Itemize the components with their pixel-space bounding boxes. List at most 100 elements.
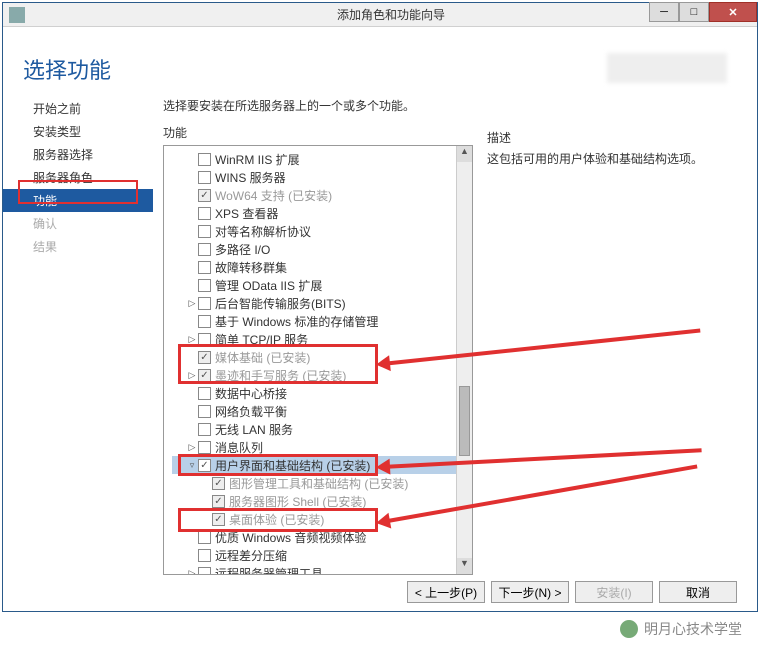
- feature-label: 墨迹和手写服务 (已安装): [215, 367, 346, 384]
- nav-item-2[interactable]: 服务器选择: [3, 143, 153, 166]
- cancel-button[interactable]: 取消: [659, 581, 737, 603]
- tree-row[interactable]: 管理 OData IIS 扩展: [172, 276, 456, 294]
- scroll-down-icon[interactable]: ▼: [457, 558, 472, 574]
- feature-label: 数据中心桥接: [215, 385, 287, 402]
- nav-item-4[interactable]: 功能: [3, 189, 153, 212]
- tree-row[interactable]: XPS 查看器: [172, 204, 456, 222]
- feature-label: WINS 服务器: [215, 169, 286, 186]
- main-panel: 选择要安装在所选服务器上的一个或多个功能。 功能 WinRM IIS 扩展WIN…: [153, 27, 757, 611]
- feature-label: 优质 Windows 音频视频体验: [215, 529, 366, 546]
- feature-checkbox[interactable]: [198, 567, 211, 576]
- expand-icon[interactable]: ▷: [186, 442, 198, 453]
- feature-checkbox[interactable]: [198, 207, 211, 220]
- description-label: 描述: [487, 129, 747, 146]
- feature-checkbox[interactable]: [198, 405, 211, 418]
- window-buttons: [649, 2, 757, 24]
- features-column: 选择要安装在所选服务器上的一个或多个功能。 功能 WinRM IIS 扩展WIN…: [163, 97, 473, 611]
- tree-row[interactable]: 多路径 I/O: [172, 240, 456, 258]
- tree-row[interactable]: 媒体基础 (已安装): [172, 348, 456, 366]
- prev-button[interactable]: < 上一步(P): [407, 581, 485, 603]
- feature-checkbox[interactable]: [198, 315, 211, 328]
- tree-row[interactable]: 远程差分压缩: [172, 546, 456, 564]
- feature-label: XPS 查看器: [215, 205, 278, 222]
- install-button[interactable]: 安装(I): [575, 581, 653, 603]
- tree-row[interactable]: 无线 LAN 服务: [172, 420, 456, 438]
- feature-label: 图形管理工具和基础结构 (已安装): [229, 475, 408, 492]
- tree-row[interactable]: WinRM IIS 扩展: [172, 150, 456, 168]
- expand-icon[interactable]: ▷: [186, 568, 198, 576]
- expand-icon[interactable]: ▷: [186, 298, 198, 309]
- tree-row[interactable]: ▷ 消息队列: [172, 438, 456, 456]
- description-text: 这包括可用的用户体验和基础结构选项。: [487, 150, 747, 167]
- titlebar[interactable]: 添加角色和功能向导: [3, 3, 757, 27]
- feature-checkbox: [212, 495, 225, 508]
- tree-row[interactable]: 网络负载平衡: [172, 402, 456, 420]
- feature-checkbox[interactable]: [198, 531, 211, 544]
- tree-row[interactable]: 优质 Windows 音频视频体验: [172, 528, 456, 546]
- feature-label: 多路径 I/O: [215, 241, 270, 258]
- close-button[interactable]: [709, 2, 757, 22]
- tree-row[interactable]: WINS 服务器: [172, 168, 456, 186]
- tree-row[interactable]: ▷后台智能传输服务(BITS): [172, 294, 456, 312]
- maximize-button[interactable]: [679, 2, 709, 22]
- feature-checkbox: [198, 189, 211, 202]
- tree-row[interactable]: 基于 Windows 标准的存储管理: [172, 312, 456, 330]
- feature-label: 用户界面和基础结构 (已安装): [215, 457, 370, 474]
- window-title: 添加角色和功能向导: [25, 6, 757, 23]
- intro-text: 选择要安装在所选服务器上的一个或多个功能。: [163, 97, 473, 114]
- tree-row[interactable]: 对等名称解析协议: [172, 222, 456, 240]
- nav-item-5: 确认: [3, 212, 153, 235]
- feature-checkbox[interactable]: [198, 153, 211, 166]
- expand-icon[interactable]: ▿: [186, 460, 198, 471]
- feature-label: 远程服务器管理工具: [215, 565, 323, 576]
- tree-row[interactable]: ▷ 简单 TCP/IP 服务: [172, 330, 456, 348]
- tree-row[interactable]: 桌面体验 (已安装): [172, 510, 456, 528]
- expand-icon[interactable]: ▷: [186, 370, 198, 381]
- description-column: 描述 这包括可用的用户体验和基础结构选项。: [487, 97, 747, 611]
- nav-item-0[interactable]: 开始之前: [3, 97, 153, 120]
- minimize-button[interactable]: [649, 2, 679, 22]
- feature-checkbox[interactable]: [198, 423, 211, 436]
- feature-checkbox[interactable]: [198, 171, 211, 184]
- watermark-logo-icon: [620, 620, 638, 638]
- scroll-thumb[interactable]: [459, 386, 470, 456]
- feature-checkbox: [198, 369, 211, 382]
- feature-label: 服务器图形 Shell (已安装): [229, 493, 366, 510]
- tree-row[interactable]: 数据中心桥接: [172, 384, 456, 402]
- nav-item-6: 结果: [3, 235, 153, 258]
- tree-row[interactable]: 服务器图形 Shell (已安装): [172, 492, 456, 510]
- nav-item-3[interactable]: 服务器角色: [3, 166, 153, 189]
- feature-label: WinRM IIS 扩展: [215, 151, 300, 168]
- next-button[interactable]: 下一步(N) >: [491, 581, 569, 603]
- feature-label: 故障转移群集: [215, 259, 287, 276]
- tree-row[interactable]: ▷ 墨迹和手写服务 (已安装): [172, 366, 456, 384]
- feature-checkbox[interactable]: [198, 387, 211, 400]
- feature-label: 媒体基础 (已安装): [215, 349, 310, 366]
- feature-checkbox[interactable]: [198, 225, 211, 238]
- watermark: 明月心技术学堂: [620, 619, 742, 639]
- feature-checkbox[interactable]: [198, 441, 211, 454]
- feature-checkbox: [198, 351, 211, 364]
- feature-checkbox[interactable]: [198, 261, 211, 274]
- tree-row[interactable]: ▷ 远程服务器管理工具: [172, 564, 456, 575]
- scroll-up-icon[interactable]: ▲: [457, 146, 472, 162]
- feature-checkbox[interactable]: [198, 297, 211, 310]
- wizard-footer: < 上一步(P) 下一步(N) > 安装(I) 取消: [407, 581, 737, 603]
- tree-row[interactable]: WoW64 支持 (已安装): [172, 186, 456, 204]
- tree-row[interactable]: 故障转移群集: [172, 258, 456, 276]
- feature-checkbox: [212, 477, 225, 490]
- feature-label: 网络负载平衡: [215, 403, 287, 420]
- feature-checkbox[interactable]: [198, 243, 211, 256]
- feature-label: 基于 Windows 标准的存储管理: [215, 313, 378, 330]
- feature-label: 简单 TCP/IP 服务: [215, 331, 308, 348]
- feature-checkbox[interactable]: [198, 279, 211, 292]
- tree-row[interactable]: 图形管理工具和基础结构 (已安装): [172, 474, 456, 492]
- feature-checkbox[interactable]: [198, 459, 211, 472]
- expand-icon[interactable]: ▷: [186, 334, 198, 345]
- page-heading: 选择功能: [23, 53, 111, 85]
- features-label: 功能: [163, 124, 473, 141]
- nav-item-1[interactable]: 安装类型: [3, 120, 153, 143]
- feature-checkbox[interactable]: [198, 549, 211, 562]
- feature-checkbox[interactable]: [198, 333, 211, 346]
- feature-label: 消息队列: [215, 439, 263, 456]
